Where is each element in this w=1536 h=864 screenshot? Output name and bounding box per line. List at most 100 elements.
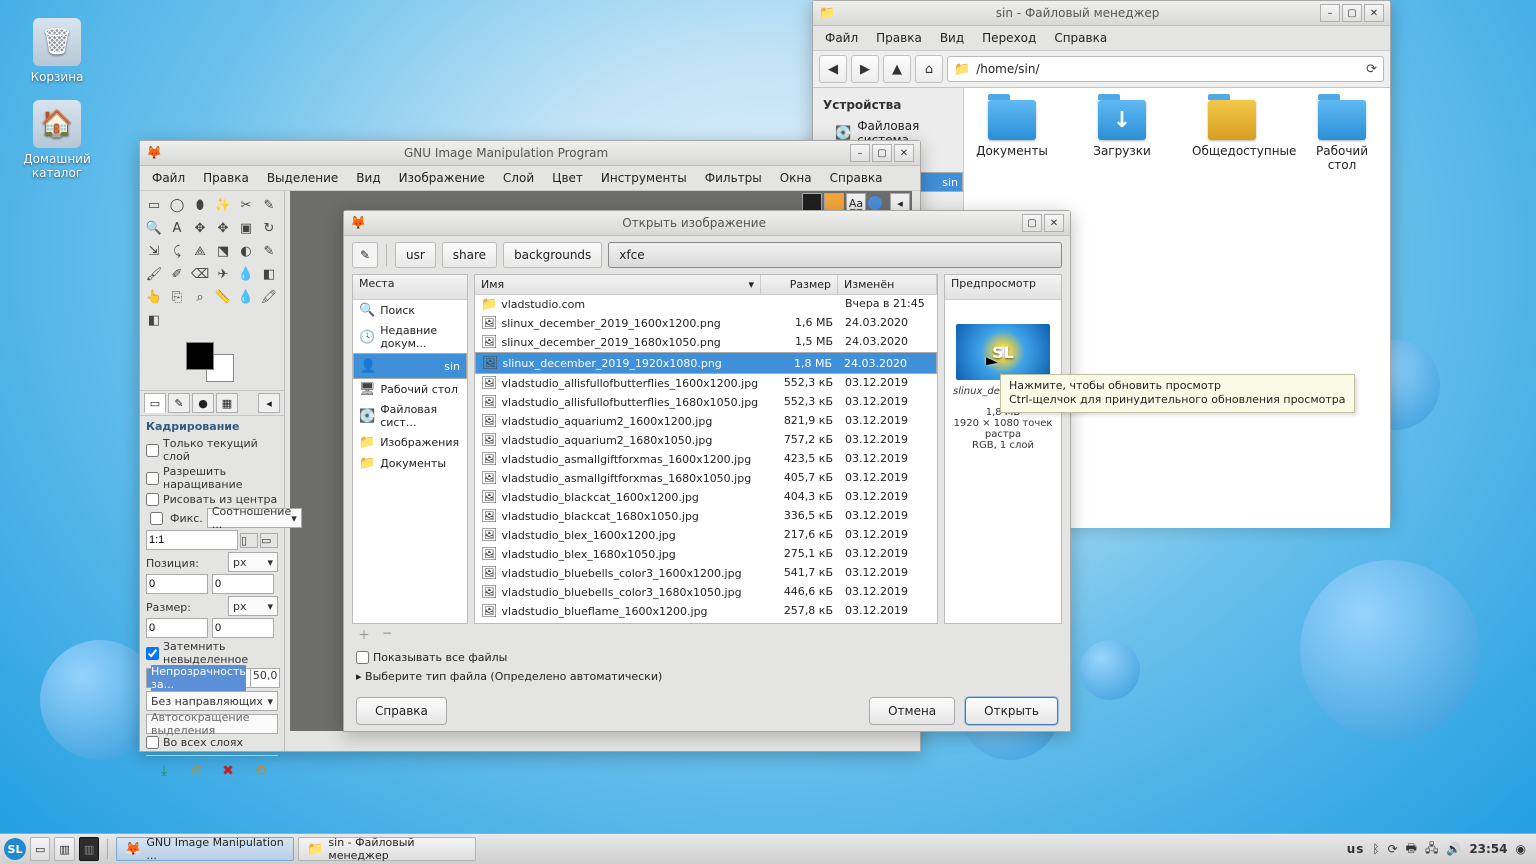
desktop-icon-trash[interactable]: 🗑 Корзина bbox=[12, 18, 102, 84]
gimp-tool-7[interactable]: A bbox=[167, 218, 187, 238]
fm-forward-button[interactable]: ▶ bbox=[851, 55, 879, 83]
clock[interactable]: 23:54 bbox=[1469, 842, 1507, 856]
color-swatches[interactable] bbox=[186, 342, 234, 382]
file-row[interactable]: 🖼vladstudio_blackcat_1600x1200.jpg404,3 … bbox=[475, 488, 937, 507]
gimp-menu-color[interactable]: Цвет bbox=[544, 168, 591, 188]
file-row[interactable]: 🖼vladstudio_blueflame_1600x1200.jpg257,8… bbox=[475, 602, 937, 621]
file-row[interactable]: 🖼vladstudio_asmallgiftforxmas_1600x1200.… bbox=[475, 450, 937, 469]
places-item[interactable]: 💽Файловая сист... bbox=[353, 400, 467, 432]
fm-minimize-button[interactable]: – bbox=[1320, 4, 1340, 22]
cancel-button[interactable]: Отмена bbox=[869, 697, 955, 725]
gimp-tool-28[interactable]: 💧 bbox=[236, 287, 256, 307]
places-item[interactable]: 🔍Поиск bbox=[353, 300, 467, 321]
opt-darken[interactable]: Затемнить невыделенное bbox=[146, 640, 278, 666]
updates-icon[interactable]: ⟳ bbox=[1388, 842, 1398, 856]
gimp-tool-12[interactable]: ⇲ bbox=[144, 241, 164, 261]
gimp-tool-13[interactable]: ⤹ bbox=[167, 241, 187, 261]
show-all-files[interactable]: Показывать все файлы bbox=[356, 651, 1058, 664]
user-menu-icon[interactable]: ◉ bbox=[1516, 842, 1526, 856]
gimp-menu-image[interactable]: Изображение bbox=[391, 168, 493, 188]
opt-all-layers[interactable]: Во всех слоях bbox=[146, 736, 278, 749]
file-row[interactable]: 🖼vladstudio_blex_1600x1200.jpg217,6 кБ03… bbox=[475, 526, 937, 545]
gimp-menu-tools[interactable]: Инструменты bbox=[593, 168, 695, 188]
open-button[interactable]: Открыть bbox=[965, 697, 1058, 725]
gimp-tool-3[interactable]: ✨ bbox=[213, 195, 233, 215]
pos-y-input[interactable] bbox=[212, 574, 274, 594]
col-size[interactable]: Размер bbox=[761, 275, 838, 294]
places-item[interactable]: 📁Документы bbox=[353, 453, 467, 474]
filetype-expander[interactable]: ▸ Выберите тип файла (Определено автомат… bbox=[356, 670, 1058, 683]
file-row[interactable]: 🖼vladstudio_bluebells_color3_1600x1200.j… bbox=[475, 564, 937, 583]
file-row[interactable]: 🖼vladstudio_bluebells_color3_1680x1050.j… bbox=[475, 583, 937, 602]
file-row[interactable]: 🖼vladstudio_aquarium2_1600x1200.jpg821,9… bbox=[475, 412, 937, 431]
file-row[interactable]: 📁vladstudio.comВчера в 21:45 bbox=[475, 295, 937, 314]
fm-menu-help[interactable]: Справка bbox=[1046, 28, 1115, 48]
opt-fixed-check[interactable] bbox=[150, 512, 163, 525]
col-name[interactable]: Имя▾ bbox=[475, 275, 761, 294]
remove-bookmark-icon[interactable]: − bbox=[382, 626, 392, 643]
gimp-tool-10[interactable]: ▣ bbox=[236, 218, 256, 238]
fm-folder-desktop[interactable]: Рабочий стол bbox=[1302, 100, 1382, 172]
fm-menu-go[interactable]: Переход bbox=[974, 28, 1044, 48]
opt-ratio-input[interactable] bbox=[146, 530, 238, 550]
bluetooth-icon[interactable]: ᛒ bbox=[1372, 842, 1379, 856]
gimp-tool-4[interactable]: ✂ bbox=[236, 195, 256, 215]
restore-preset-icon[interactable]: ↺ bbox=[187, 762, 205, 780]
gimp-tool-9[interactable]: ✥ bbox=[213, 218, 233, 238]
file-row[interactable]: 🖼vladstudio_asmallgiftforxmas_1680x1050.… bbox=[475, 469, 937, 488]
fm-titlebar[interactable]: 📁 sin - Файловый менеджер – ▢ ✕ bbox=[813, 1, 1390, 26]
odlg-close-button[interactable]: ✕ bbox=[1044, 214, 1064, 232]
gimp-menu-file[interactable]: Файл bbox=[144, 168, 193, 188]
gimp-tool-23[interactable]: ◧ bbox=[259, 264, 279, 284]
gimp-tool-29[interactable]: 🖍 bbox=[259, 287, 279, 307]
gimp-tool-27[interactable]: 📏 bbox=[213, 287, 233, 307]
ratio-portrait-icon[interactable]: ▯ bbox=[240, 533, 258, 548]
odlg-maximize-button[interactable]: ▢ bbox=[1022, 214, 1042, 232]
gimp-tool-2[interactable]: ⬮ bbox=[190, 195, 210, 215]
reset-preset-icon[interactable]: ⟲ bbox=[251, 762, 269, 780]
gimp-menu-help[interactable]: Справка bbox=[822, 168, 891, 188]
workspace-2[interactable]: ▥ bbox=[79, 837, 99, 861]
pos-x-input[interactable] bbox=[146, 574, 208, 594]
gimp-tool-20[interactable]: ⌫ bbox=[190, 264, 210, 284]
gimp-menu-edit[interactable]: Правка bbox=[195, 168, 257, 188]
fm-path-entry[interactable]: 📁 /home/sin/ ⟳ bbox=[947, 56, 1384, 82]
file-row[interactable]: 🖼vladstudio_allisfullofbutterflies_1600x… bbox=[475, 374, 937, 393]
file-row[interactable]: 🖼slinux_december_2019_1920x1080.png1,8 М… bbox=[475, 352, 937, 374]
path-segment-share[interactable]: share bbox=[442, 242, 497, 268]
gimp-tool-17[interactable]: ✎ bbox=[259, 241, 279, 261]
gimp-menu-filters[interactable]: Фильтры bbox=[697, 168, 770, 188]
size-w-input[interactable] bbox=[146, 618, 208, 638]
opt-fixed-select[interactable]: Соотношение ...▾ bbox=[207, 508, 302, 528]
col-modified[interactable]: Изменён bbox=[838, 275, 937, 294]
start-menu-button[interactable]: SL bbox=[4, 838, 26, 860]
fm-menu-file[interactable]: Файл bbox=[817, 28, 866, 48]
taskbar-filemanager[interactable]: 📁sin - Файловый менеджер bbox=[298, 837, 476, 861]
gimp-tool-1[interactable]: ◯ bbox=[167, 195, 187, 215]
gimp-tool-5[interactable]: ✎ bbox=[259, 195, 279, 215]
gimp-tool-22[interactable]: 💧 bbox=[236, 264, 256, 284]
path-segment-xfce[interactable]: xfce bbox=[608, 242, 1062, 268]
delete-preset-icon[interactable]: ✖ bbox=[219, 762, 237, 780]
fm-folder-public[interactable]: Общедоступные bbox=[1192, 100, 1272, 158]
odlg-titlebar[interactable]: 🦊 Открыть изображение ▢ ✕ bbox=[344, 211, 1070, 236]
gimp-tool-26[interactable]: ⌕ bbox=[190, 287, 210, 307]
gimp-menu-windows[interactable]: Окна bbox=[772, 168, 820, 188]
opacity-slider[interactable]: Непрозрачность за...50,0 bbox=[146, 668, 278, 688]
gimp-tool-21[interactable]: ✈ bbox=[213, 264, 233, 284]
gimp-maximize-button[interactable]: ▢ bbox=[872, 144, 892, 162]
size-h-input[interactable] bbox=[212, 618, 274, 638]
show-desktop-button[interactable]: ▭ bbox=[30, 837, 50, 861]
gimp-minimize-button[interactable]: – bbox=[850, 144, 870, 162]
gimp-tool-8[interactable]: ✥ bbox=[190, 218, 210, 238]
file-row[interactable]: 🖼vladstudio_aquarium2_1680x1050.jpg757,2… bbox=[475, 431, 937, 450]
gimp-tool-18[interactable]: 🖌 bbox=[144, 264, 164, 284]
gimp-tool-16[interactable]: ◐ bbox=[236, 241, 256, 261]
file-row[interactable]: 🖼vladstudio_allisfullofbutterflies_1680x… bbox=[475, 393, 937, 412]
save-preset-icon[interactable]: ⤓ bbox=[155, 762, 173, 780]
file-row[interactable]: 🖼slinux_december_2019_1680x1050.png1,5 М… bbox=[475, 333, 937, 352]
fm-folder-documents[interactable]: Документы bbox=[972, 100, 1052, 158]
places-item[interactable]: 👤sin bbox=[353, 353, 467, 379]
fm-refresh-icon[interactable]: ⟳ bbox=[1366, 62, 1377, 77]
places-item[interactable]: 🖥Рабочий стол bbox=[353, 379, 467, 400]
